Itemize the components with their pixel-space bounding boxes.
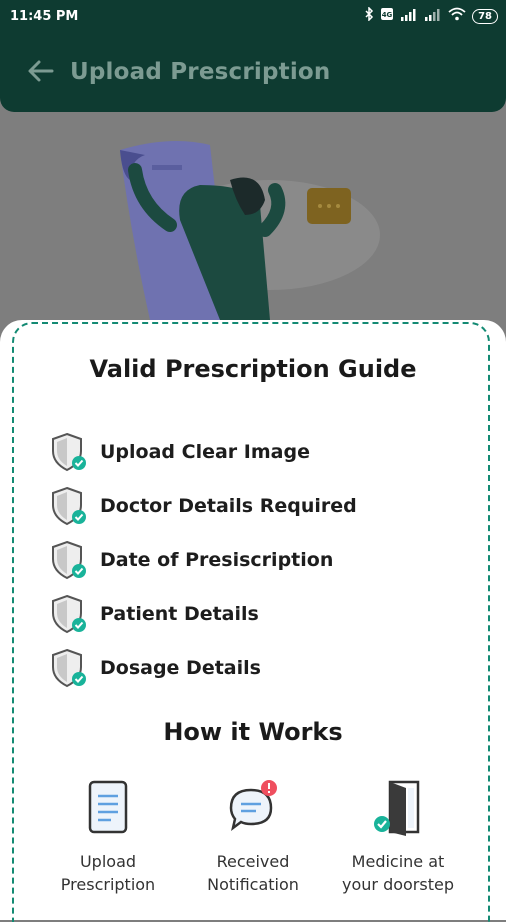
- shield-check-icon: [52, 540, 86, 580]
- page-title: Upload Prescription: [70, 59, 331, 85]
- guide-item: Date of Presiscription: [50, 540, 333, 580]
- guide-item-label: Date of Presiscription: [100, 549, 334, 571]
- back-arrow-icon[interactable]: [26, 56, 56, 86]
- step-upload-prescription: Upload Prescription: [33, 778, 183, 896]
- guide-item-label: Upload Clear Image: [100, 441, 310, 463]
- chat-notification-icon: [229, 780, 277, 832]
- shield-check-icon: [52, 648, 86, 688]
- step-medicine-at-doorstep: Medicine at your doorstep: [323, 778, 473, 896]
- step-label-line1: Medicine at: [351, 852, 445, 871]
- volte-icon: 4G: [380, 7, 394, 25]
- guide-item: Patient Details: [50, 594, 259, 634]
- shield-check-icon: [52, 594, 86, 634]
- document-icon: [88, 780, 128, 834]
- guide-item: Doctor Details Required: [50, 486, 357, 526]
- signal-icon: [400, 8, 418, 25]
- guide-item-label: Doctor Details Required: [100, 495, 357, 517]
- step-label-line1: Received: [216, 852, 290, 871]
- signal-icon: [424, 8, 442, 25]
- battery-icon: 78: [472, 8, 498, 24]
- guide-item-label: Patient Details: [100, 603, 259, 625]
- guide-item-label: Dosage Details: [100, 657, 261, 679]
- how-it-works-title: How it Works: [163, 718, 343, 746]
- prescription-illustration: [60, 130, 390, 330]
- step-label-line2: Notification: [207, 875, 299, 894]
- wifi-icon: [448, 7, 466, 25]
- status-bar: 11:45 PM 4G 78: [0, 0, 506, 34]
- guide-title: Valid Prescription Guide: [89, 355, 417, 383]
- app-bar: Upload Prescription: [0, 34, 506, 112]
- step-label-line1: Upload: [79, 852, 137, 871]
- guide-item: Upload Clear Image: [50, 432, 310, 472]
- step-received-notification: Received Notification: [178, 778, 328, 896]
- status-icons: 4G 78: [364, 6, 498, 25]
- step-label-line2: your doorstep: [342, 875, 454, 894]
- shield-check-icon: [52, 432, 86, 472]
- step-label-line2: Prescription: [60, 875, 156, 894]
- bluetooth-icon: [364, 6, 374, 25]
- status-time: 11:45 PM: [10, 9, 79, 24]
- svg-text:4G: 4G: [382, 11, 393, 19]
- door-icon: [374, 780, 420, 836]
- shield-check-icon: [52, 486, 86, 526]
- guide-item: Dosage Details: [50, 648, 261, 688]
